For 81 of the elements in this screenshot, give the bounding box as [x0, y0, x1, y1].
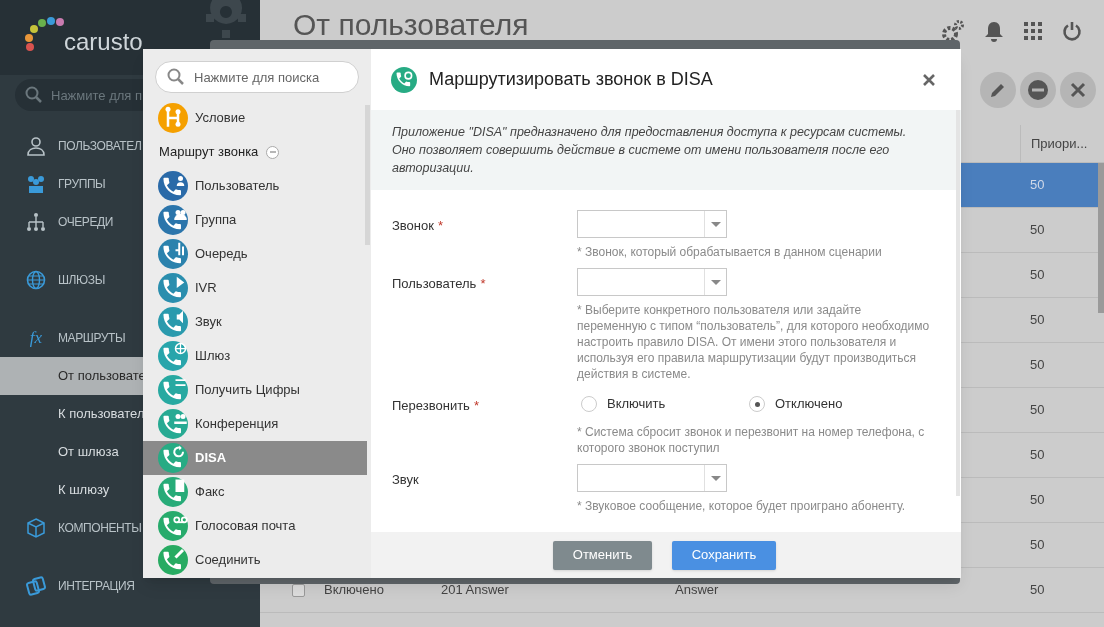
search-field[interactable]: Нажмите для поиска	[155, 61, 359, 93]
edit-button[interactable]	[980, 72, 1016, 108]
scrollbar-thumb[interactable]	[365, 105, 370, 245]
delete-button[interactable]	[1060, 72, 1096, 108]
close-icon	[923, 73, 935, 86]
table-cell-text: 50	[1030, 221, 1045, 240]
field-label: Звонок	[392, 217, 434, 235]
table-cell-text: 201 Answer	[441, 581, 510, 600]
phone-icon	[391, 66, 417, 93]
palette-item[interactable]: Группа	[143, 203, 367, 237]
field-label: Пользователь	[392, 275, 477, 293]
field-label: Звук	[392, 471, 419, 489]
palette-item[interactable]: Очередь	[143, 237, 367, 271]
dialog-title: Маршрутизировать звонок в DISA	[429, 68, 714, 91]
table-cell-text: 50	[1030, 536, 1045, 555]
table-cell-text: 50	[1030, 356, 1045, 375]
palette-item[interactable]: Конференция	[143, 407, 367, 441]
required-mark: *	[480, 275, 486, 293]
nav-label: ИНТЕГРАЦИЯ	[58, 578, 135, 595]
search-icon	[25, 86, 43, 104]
field-label: Перезвонить	[392, 397, 470, 415]
hint-text: * Звонок, который обрабатывается в данном сценарии	[577, 244, 883, 260]
table-cell-text: 50	[1030, 581, 1045, 600]
palette-item[interactable]: Пользователь	[143, 169, 367, 203]
collapse-toggle[interactable]	[266, 145, 280, 159]
table-cell-text: 50	[1030, 311, 1045, 330]
nav-label: ПОЛЬЗОВАТЕЛ	[58, 138, 142, 155]
nav-label: ОЧЕРЕДИ	[58, 214, 114, 231]
minus-circle-icon	[1028, 80, 1048, 100]
radio-label: Отключено	[775, 395, 843, 414]
scrollbar-thumb[interactable]	[1098, 163, 1104, 313]
search-icon	[167, 68, 185, 86]
palette-item[interactable]: Голосовая почта	[143, 509, 367, 543]
minus-icon	[268, 148, 277, 156]
table-cell-text: 50	[1030, 401, 1045, 420]
logo-text: carusto	[64, 26, 143, 57]
table-cell-text: 50	[1030, 176, 1045, 195]
description-text: Приложение "DISA" предназначено для предоставления доступа к ресурсам системы. Оно позволяет совершить действие в системе от имени пользователя после его авторизации.	[371, 110, 961, 190]
table-cell-text: 50	[1030, 446, 1045, 465]
windows-icon	[26, 576, 46, 596]
hint-text: * Выберите конкретного пользователя или задайте переменную с типом “пользователь”, для которого необходимо настроить правило DISA. От имени этого пользователя и используя его правила маршрутизации будут производиться действия в системе.	[577, 302, 931, 382]
caret-icon	[710, 279, 721, 285]
nav-label: ШЛЮЗЫ	[58, 272, 105, 289]
caret-icon	[710, 221, 721, 227]
people-icon	[26, 174, 46, 194]
palette-item[interactable]: Факс	[143, 475, 367, 509]
scrollbar-thumb[interactable]	[956, 110, 960, 496]
required-mark: *	[473, 397, 479, 415]
required-mark: *	[437, 217, 443, 235]
radio-button[interactable]	[749, 396, 765, 412]
cube-icon	[26, 518, 46, 538]
palette-item[interactable]: IVR	[143, 271, 367, 305]
radio-label: Включить	[607, 395, 666, 414]
gears-icon[interactable]	[942, 20, 964, 42]
hint-text: * Звуковое сообщение, которое будет проиграно абоненту.	[577, 498, 907, 514]
disable-button[interactable]	[1020, 72, 1056, 108]
nav-label: ГРУППЫ	[58, 176, 106, 193]
cancel-button[interactable]: Отменить	[553, 540, 652, 570]
globe-icon	[26, 270, 46, 290]
nav-label: МАРШРУТЫ	[58, 330, 126, 347]
table-cell-text: 50	[1030, 491, 1045, 510]
group-label: Маршрут звонка	[159, 143, 259, 162]
nav-label: КОМПОНЕНТЫ	[58, 520, 142, 537]
page-title: От пользователя	[293, 10, 529, 40]
power-icon[interactable]	[1062, 21, 1082, 41]
person-icon	[26, 136, 46, 156]
palette-item[interactable]: Звук	[143, 305, 367, 339]
grid-icon[interactable]	[1024, 22, 1042, 40]
hierarchy-icon	[26, 212, 46, 232]
hint-text: * Система сбросит звонок и перезвонит на номер телефона, с которого звонок поступил	[577, 424, 926, 456]
close-icon	[1070, 82, 1086, 98]
pencil-icon	[990, 82, 1006, 98]
close-button[interactable]	[921, 71, 937, 88]
table-cell-text: 50	[1030, 266, 1045, 285]
table-cell-text: Answer	[675, 581, 719, 600]
radio-button[interactable]	[581, 396, 597, 412]
function-icon: fx	[26, 325, 46, 351]
bell-icon[interactable]	[984, 20, 1004, 42]
table-cell-text: Включено	[324, 581, 385, 600]
column-header[interactable]: Приори...	[1020, 125, 1088, 162]
caret-icon	[710, 475, 721, 481]
